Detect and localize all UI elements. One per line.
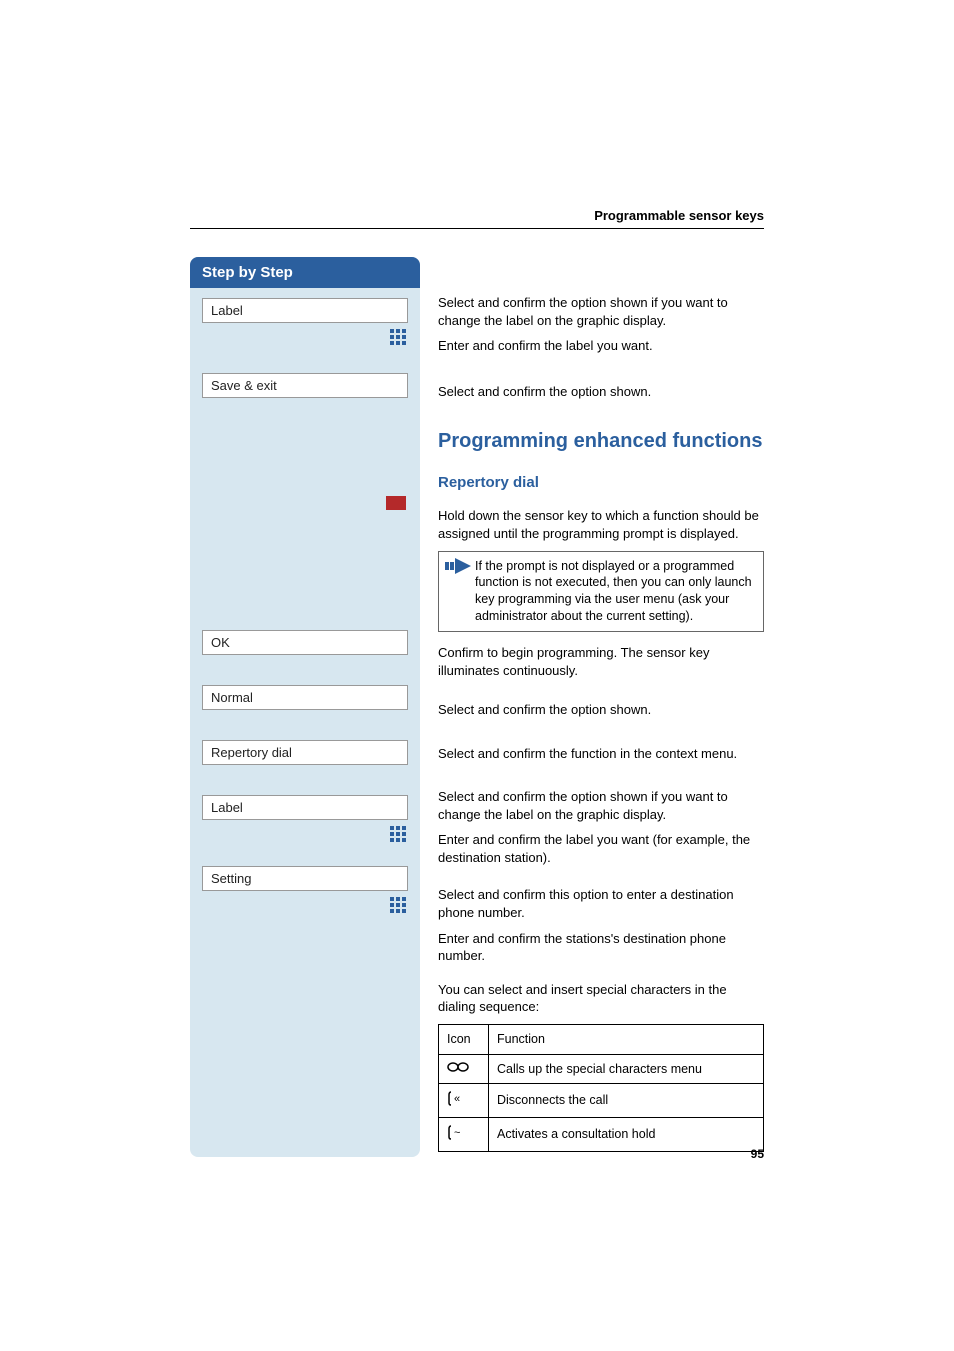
instruction-text: Select and confirm this option to enter …	[438, 886, 764, 921]
instruction-text: Select and confirm the option shown.	[438, 701, 764, 719]
header-rule	[190, 228, 764, 229]
link-icon	[439, 1054, 489, 1084]
table-header-icon: Icon	[439, 1024, 489, 1054]
table-row: Calls up the special characters menu	[439, 1054, 764, 1084]
instruction-text: You can select and insert special charac…	[438, 981, 764, 1016]
table-header-row: Icon Function	[439, 1024, 764, 1054]
keypad-icon	[390, 826, 406, 842]
instruction-text: Enter and confirm the label you want.	[438, 337, 764, 355]
table-row: ~ Activates a consultation hold	[439, 1118, 764, 1152]
option-repertory-dial: Repertory dial	[202, 740, 408, 765]
note-text: If the prompt is not displayed or a prog…	[475, 559, 752, 624]
instruction-text: Select and confirm the option shown.	[438, 383, 764, 401]
sensor-key-icon	[386, 496, 406, 510]
instruction-text: Enter and confirm the stations's destina…	[438, 930, 764, 965]
section-heading: Programming enhanced functions	[438, 428, 764, 455]
instruction-text: Confirm to begin programming. The sensor…	[438, 644, 764, 679]
consultation-icon: ~	[439, 1118, 489, 1152]
page-header: Programmable sensor keys	[594, 208, 764, 223]
keypad-icon	[390, 897, 406, 913]
option-normal: Normal	[202, 685, 408, 710]
option-label-2: Label	[202, 795, 408, 820]
svg-text:~: ~	[454, 1127, 460, 1139]
table-cell-function: Disconnects the call	[489, 1084, 764, 1118]
instruction-text: Enter and confirm the label you want (fo…	[438, 831, 764, 866]
table-header-function: Function	[489, 1024, 764, 1054]
table-cell-function: Calls up the special characters menu	[489, 1054, 764, 1084]
main-content: Select and confirm the option shown if y…	[438, 258, 764, 1152]
instruction-text: Select and confirm the option shown if y…	[438, 294, 764, 329]
page-number: 95	[751, 1147, 764, 1161]
instruction-text: Select and confirm the option shown if y…	[438, 788, 764, 823]
instruction-text: Hold down the sensor key to which a func…	[438, 507, 764, 542]
option-setting: Setting	[202, 866, 408, 891]
subsection-heading: Repertory dial	[438, 473, 764, 493]
disconnect-icon: «	[439, 1084, 489, 1118]
option-save-exit: Save & exit	[202, 373, 408, 398]
note-arrow-icon	[445, 558, 471, 574]
keypad-icon	[390, 329, 406, 345]
instruction-text: Select and confirm the function in the c…	[438, 745, 764, 763]
option-label-1: Label	[202, 298, 408, 323]
sidebar-title: Step by Step	[190, 257, 420, 288]
note-box: If the prompt is not displayed or a prog…	[438, 551, 764, 633]
option-ok: OK	[202, 630, 408, 655]
table-row: « Disconnects the call	[439, 1084, 764, 1118]
table-cell-function: Activates a consultation hold	[489, 1118, 764, 1152]
step-sidebar: Step by Step Label Save & exit OK Normal…	[190, 257, 420, 1157]
special-chars-table: Icon Function Calls up the special chara…	[438, 1024, 764, 1153]
svg-text:«: «	[454, 1093, 460, 1105]
